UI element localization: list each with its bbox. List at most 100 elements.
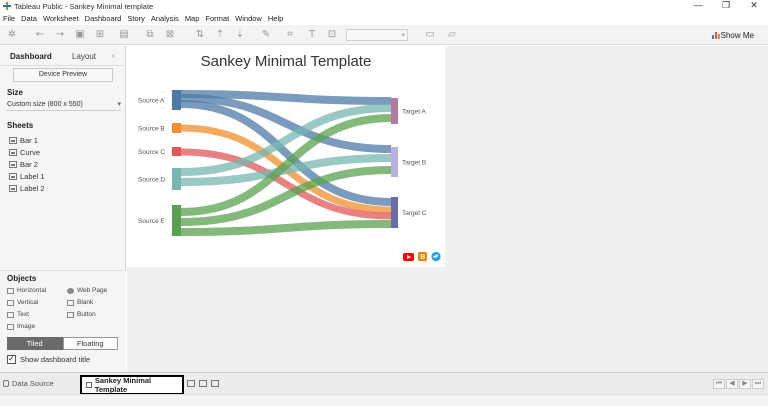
fit-dropdown[interactable] [346, 29, 408, 41]
menu-dashboard[interactable]: Dashboard [85, 14, 122, 23]
new-worksheet-tab-icon[interactable] [187, 380, 195, 387]
restore-button[interactable]: ❐ [712, 0, 740, 12]
tab-navigation: ⏮ ◀ ▶ ⏭ [712, 379, 764, 389]
object-label: Text [17, 311, 29, 318]
new-dashboard-tab-icon[interactable] [199, 380, 207, 387]
source-node[interactable] [172, 90, 181, 110]
sheet-icon [9, 184, 17, 192]
sort-ascending-icon[interactable]: ⇡ [214, 29, 226, 41]
show-title-label: Show dashboard title [20, 355, 91, 364]
sheet-item[interactable]: Label 2 [9, 182, 45, 194]
object-label: Image [17, 323, 36, 330]
sheet-item[interactable]: Label 1 [9, 170, 45, 182]
show-me-button[interactable]: Show Me [711, 31, 754, 40]
source-node[interactable] [172, 205, 181, 236]
object-label: Web Page [77, 287, 108, 294]
object-image[interactable]: Image [7, 321, 67, 332]
duplicate-icon[interactable]: ⧉ [144, 29, 156, 41]
fix-axes-icon[interactable]: ⊡ [326, 29, 338, 41]
prev-tab-icon[interactable]: ◀ [726, 379, 738, 389]
labels-icon[interactable]: T [306, 29, 318, 41]
size-heading: Size [7, 88, 24, 97]
source-node[interactable] [172, 147, 181, 156]
show-title-option[interactable]: Show dashboard title [7, 354, 91, 364]
menu-analysis[interactable]: Analysis [151, 14, 179, 23]
new-worksheet-icon[interactable]: ▤ [118, 29, 130, 41]
text-icon [7, 311, 14, 318]
button-object-icon [67, 311, 74, 318]
sheet-icon [9, 136, 17, 144]
data-source-tab[interactable]: Data Source [3, 379, 54, 388]
objects-heading: Objects [7, 274, 37, 283]
floating-option[interactable]: Floating [62, 337, 118, 350]
show-me-label: Show Me [720, 31, 754, 40]
source-label: Source C [138, 149, 165, 156]
tableau-home-icon[interactable]: ✲ [6, 29, 18, 41]
target-node[interactable] [391, 197, 398, 228]
device-preview-button[interactable]: Device Preview [13, 68, 113, 82]
close-button[interactable]: ✕ [740, 0, 768, 12]
menu-worksheet[interactable]: Worksheet [43, 14, 79, 23]
tiled-option[interactable]: Tiled [7, 337, 63, 350]
clear-sheet-icon[interactable]: ⊠ [164, 29, 176, 41]
sheet-label: Bar 1 [20, 135, 38, 145]
menu-data[interactable]: Data [21, 14, 37, 23]
new-data-source-icon[interactable]: ⊞ [94, 29, 106, 41]
last-tab-icon[interactable]: ⏭ [752, 379, 764, 389]
window-title: Tableau Public - Sankey Minimal template [14, 1, 154, 11]
source-label: Source A [138, 98, 165, 105]
presentation-icon[interactable]: ▱ [446, 29, 458, 41]
sheet-icon [9, 148, 17, 156]
source-node[interactable] [172, 168, 181, 190]
sort-descending-icon[interactable]: ⇣ [234, 29, 246, 41]
sankey-chart: Source A Source B Source C Source D Source E… [138, 90, 441, 261]
source-node[interactable] [172, 123, 181, 133]
next-tab-icon[interactable]: ▶ [739, 379, 751, 389]
object-label: Blank [77, 299, 94, 306]
sheet-item[interactable]: Bar 1 [9, 134, 45, 146]
sankey-link[interactable] [180, 220, 392, 236]
menu-window[interactable]: Window [235, 14, 262, 23]
target-node[interactable] [391, 98, 398, 124]
dashboard-panel: Dashboard Layout ‹ Device Preview Size C… [0, 46, 126, 372]
panel-tabs: Dashboard Layout ‹ [0, 46, 125, 66]
sheet-item[interactable]: Bar 2 [9, 158, 45, 170]
target-label: Target A [402, 109, 427, 116]
dashboard-view[interactable]: Sankey Minimal Template Source A Source B… [127, 46, 445, 267]
minimize-button[interactable]: — [684, 0, 712, 12]
tiled-floating-toggle: Tiled Floating [7, 337, 118, 350]
group-icon[interactable]: ⌗ [284, 29, 296, 41]
swap-icon[interactable]: ⇅ [194, 29, 206, 41]
highlight-icon[interactable]: ✎ [260, 29, 272, 41]
redo-icon[interactable]: → [54, 29, 66, 41]
new-story-tab-icon[interactable] [211, 380, 219, 387]
sheet-item[interactable]: Curve [9, 146, 45, 158]
tab-layout[interactable]: Layout [62, 46, 112, 65]
undo-icon[interactable]: ← [34, 29, 46, 41]
menu-story[interactable]: Story [127, 14, 145, 23]
menu-help[interactable]: Help [268, 14, 283, 23]
target-node[interactable] [391, 147, 398, 177]
show-title-checkbox[interactable] [7, 354, 16, 364]
dashboard-canvas: Sankey Minimal Template Source A Source B… [127, 46, 768, 372]
menu-map[interactable]: Map [185, 14, 200, 23]
save-icon[interactable]: ▣ [74, 29, 86, 41]
show-cards-icon[interactable]: ▭ [424, 29, 436, 41]
object-button[interactable]: Button [67, 309, 123, 320]
first-tab-icon[interactable]: ⏮ [713, 379, 725, 389]
tab-dashboard[interactable]: Dashboard [0, 46, 62, 65]
menu-format[interactable]: Format [205, 14, 229, 23]
object-web-page[interactable]: Web Page [67, 285, 123, 296]
object-vertical[interactable]: Vertical [7, 297, 67, 308]
size-dropdown[interactable]: Custom size (800 x 550) [7, 100, 121, 111]
source-label: Source D [138, 177, 165, 184]
object-text[interactable]: Text [7, 309, 67, 320]
collapse-panel-icon[interactable]: ‹ [112, 46, 115, 65]
window-controls: — ❐ ✕ [684, 0, 768, 12]
blank-icon [67, 299, 74, 306]
sheet-tab-bar: Data Source Sankey Minimal Template ⏮ ◀ … [0, 372, 768, 395]
object-horizontal[interactable]: Horizontal [7, 285, 67, 296]
active-dashboard-tab[interactable]: Sankey Minimal Template [80, 375, 184, 395]
menu-file[interactable]: File [3, 14, 15, 23]
object-blank[interactable]: Blank [67, 297, 123, 308]
